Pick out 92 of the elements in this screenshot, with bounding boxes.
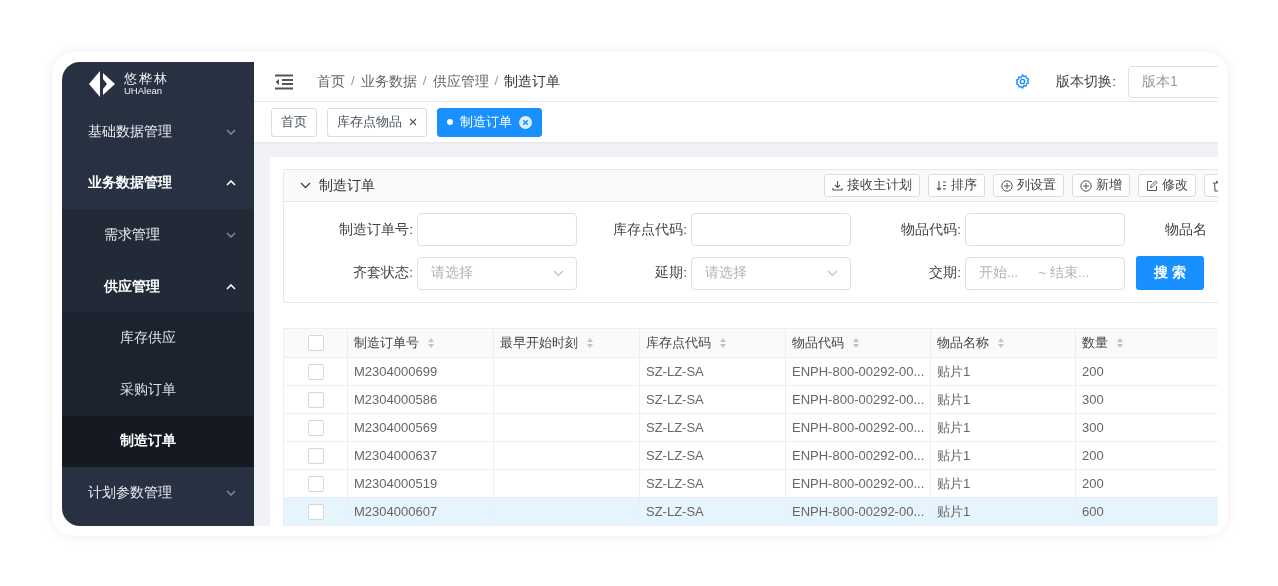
- table-cell: 200: [1082, 364, 1104, 379]
- checkbox[interactable]: [307, 503, 324, 520]
- checkbox[interactable]: [307, 335, 324, 352]
- logo-subtitle: UHAlean: [124, 85, 163, 97]
- sidebar-item[interactable]: 采购订单: [62, 363, 254, 416]
- table-cell: 300: [1082, 420, 1104, 435]
- menu-fold-icon[interactable]: [274, 73, 294, 90]
- logo-name: 悠桦林: [124, 71, 169, 86]
- filter-label: 库存点代码:: [612, 220, 688, 239]
- breadcrumb-link[interactable]: 制造订单: [504, 72, 561, 91]
- chevron-icon[interactable]: [300, 182, 311, 189]
- checkbox[interactable]: [307, 475, 324, 492]
- table-cell: 贴片1: [937, 419, 971, 435]
- table-cell: SZ-LZ-SA: [646, 392, 704, 407]
- close-icon[interactable]: [409, 118, 417, 126]
- breadcrumb-link[interactable]: 业务数据: [360, 72, 417, 91]
- table-cell: 贴片1: [937, 363, 971, 379]
- page-tab[interactable]: 库存点物品: [327, 107, 427, 137]
- chevron-icon: [553, 269, 564, 277]
- breadcrumb-separator: /: [422, 72, 427, 90]
- table-cell: ENPH-800-00292-00...: [792, 504, 925, 519]
- toolbar-button[interactable]: 接收主计划: [824, 174, 920, 197]
- column-header[interactable]: 数量: [1082, 334, 1108, 352]
- input-field[interactable]: [965, 213, 1125, 246]
- input-field[interactable]: [417, 213, 577, 246]
- sort-icon: [936, 180, 947, 191]
- page-tab[interactable]: 首页: [271, 107, 317, 137]
- plus-circle-icon: [1001, 179, 1013, 192]
- sidebar-item[interactable]: 供应管理: [62, 260, 254, 313]
- breadcrumb-separator: /: [494, 72, 499, 90]
- sidebar-item[interactable]: 需求管理: [62, 209, 254, 261]
- settings-icon[interactable]: [1015, 74, 1031, 89]
- filter-label: 齐套状态:: [352, 264, 414, 282]
- table-cell: M2304000607: [354, 504, 438, 519]
- table-cell: 贴片1: [937, 447, 971, 463]
- table-cell: 200: [1082, 476, 1104, 491]
- table-cell: 300: [1082, 392, 1104, 407]
- chevron-icon: [827, 269, 838, 277]
- table-cell: SZ-LZ-SA: [646, 420, 704, 435]
- table-cell: ENPH-800-00292-00...: [792, 392, 925, 407]
- table-cell: M2304000586: [354, 392, 438, 407]
- sort-icon[interactable]: [427, 337, 435, 349]
- table-cell: ENPH-800-00292-00...: [792, 420, 925, 435]
- table-cell: 贴片1: [937, 391, 971, 407]
- checkbox[interactable]: [307, 419, 324, 436]
- table-cell: ENPH-800-00292-00...: [792, 448, 925, 463]
- download-icon: [832, 180, 843, 191]
- panel-title: 制造订单: [319, 176, 376, 195]
- table-cell: M2304000519: [354, 476, 438, 491]
- sidebar-item[interactable]: 计划参数管理: [62, 467, 254, 519]
- sort-icon[interactable]: [1116, 337, 1124, 349]
- checkbox[interactable]: [307, 447, 324, 464]
- filter-label: 延期:: [654, 264, 688, 282]
- table-cell: M2304000569: [354, 420, 438, 435]
- sidebar-item[interactable]: 制造订单: [62, 415, 254, 468]
- toolbar-button[interactable]: 列设置: [993, 174, 1064, 197]
- breadcrumb-link[interactable]: 首页: [317, 72, 345, 91]
- sort-icon[interactable]: [852, 337, 860, 349]
- table-cell: M2304000637: [354, 448, 438, 463]
- plus-circle-icon: [1080, 179, 1092, 192]
- toolbar-button[interactable]: 新增: [1072, 174, 1130, 197]
- sidebar-item[interactable]: 业务数据管理: [62, 157, 254, 210]
- checkbox[interactable]: [307, 391, 324, 408]
- table-cell: ENPH-800-00292-00...: [792, 476, 925, 491]
- logo-icon: [88, 70, 116, 98]
- sort-icon[interactable]: [719, 337, 727, 349]
- table-cell: SZ-LZ-SA: [646, 504, 704, 519]
- version-label: 版本切换:: [1056, 72, 1116, 91]
- toolbar-button[interactable]: 排序: [928, 174, 985, 197]
- sort-icon[interactable]: [586, 337, 594, 349]
- sort-icon[interactable]: [997, 337, 1005, 349]
- sidebar-item[interactable]: 库存供应: [62, 312, 254, 364]
- filter-label: 制造订单号:: [338, 220, 414, 239]
- edit-icon: [1146, 179, 1158, 192]
- table-cell: SZ-LZ-SA: [646, 448, 704, 463]
- table-cell: ENPH-800-00292-00...: [792, 364, 925, 379]
- breadcrumb-link[interactable]: 供应管理: [432, 72, 489, 91]
- table-cell: SZ-LZ-SA: [646, 476, 704, 491]
- checkbox[interactable]: [307, 363, 324, 380]
- breadcrumb-separator: /: [351, 72, 355, 90]
- table-cell: M2304000699: [354, 364, 438, 379]
- filter-label: 交期:: [928, 264, 962, 282]
- filter-label: 物品名: [1164, 220, 1208, 239]
- table-cell: SZ-LZ-SA: [646, 364, 704, 379]
- toolbar-button[interactable]: 修改: [1138, 174, 1196, 197]
- table-cell: 贴片1: [937, 475, 971, 491]
- input-field[interactable]: [691, 213, 851, 246]
- filter-label: 物品代码:: [900, 220, 962, 239]
- sidebar-item[interactable]: 基础数据管理: [62, 106, 254, 158]
- table-cell: 贴片1: [937, 503, 971, 519]
- table-cell: 200: [1082, 448, 1104, 463]
- table-cell: 600: [1082, 504, 1104, 519]
